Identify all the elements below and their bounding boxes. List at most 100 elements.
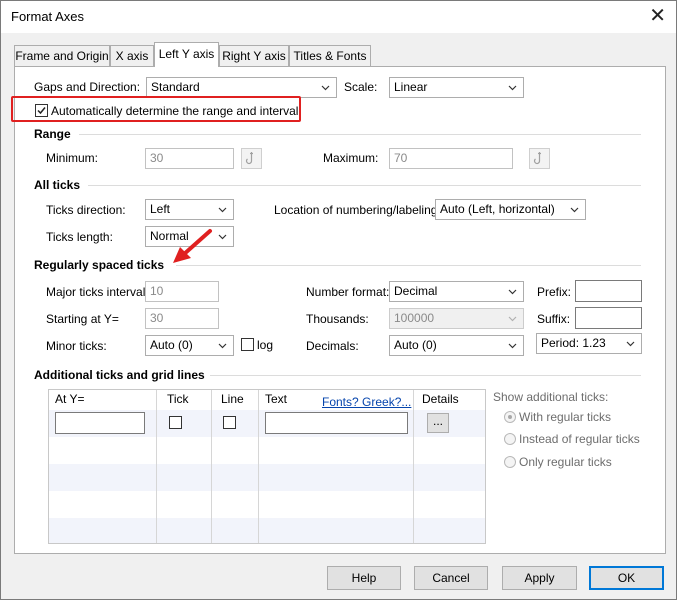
grid-column-divider	[413, 390, 414, 543]
chevron-down-icon	[570, 207, 579, 213]
chevron-down-icon	[508, 343, 517, 349]
additional-ticks-grid: At Y= Tick Line Text Fonts? Greek?... De…	[48, 389, 486, 544]
tab-right-y-axis[interactable]: Right Y axis	[219, 45, 289, 66]
additional-divider	[210, 375, 641, 376]
minimum-adjust-button[interactable]	[241, 148, 262, 169]
grid-column-divider	[211, 390, 212, 543]
maximum-adjust-button[interactable]	[529, 148, 550, 169]
period-select[interactable]: Period: 1.23	[536, 333, 642, 354]
checkmark-icon	[37, 107, 46, 115]
number-format-select[interactable]: Decimal	[389, 281, 524, 302]
chevron-down-icon	[508, 316, 517, 322]
text-input[interactable]	[265, 412, 408, 434]
maximum-label: Maximum:	[323, 151, 379, 165]
location-label: Location of numbering/labeling:	[274, 203, 441, 217]
hook-icon	[245, 152, 253, 165]
details-button[interactable]: ...	[427, 413, 449, 433]
help-button[interactable]: Help	[327, 566, 401, 590]
log-checkbox[interactable]	[241, 338, 254, 351]
prefix-input[interactable]	[575, 280, 642, 302]
tick-checkbox[interactable]	[169, 416, 182, 429]
column-line: Line	[221, 392, 244, 406]
range-divider	[79, 134, 641, 135]
number-format-value: Decimal	[394, 284, 438, 298]
radio-instead-of-regular-ticks[interactable]	[504, 433, 516, 445]
gaps-direction-value: Standard	[151, 80, 200, 94]
location-select[interactable]: Auto (Left, horizontal)	[435, 199, 586, 220]
column-details: Details	[422, 392, 459, 406]
auto-range-checkbox[interactable]	[35, 104, 48, 117]
column-text: Text	[265, 392, 288, 406]
radio-instead-of-regular-ticks-label: Instead of regular ticks	[519, 432, 640, 446]
prefix-label: Prefix:	[537, 285, 572, 299]
thousands-label: Thousands:	[306, 312, 369, 326]
location-value: Auto (Left, horizontal)	[440, 202, 555, 216]
cancel-button[interactable]: Cancel	[414, 566, 488, 590]
scale-select[interactable]: Linear	[389, 77, 524, 98]
auto-range-label: Automatically determine the range and in…	[51, 104, 299, 118]
format-axes-dialog: Format Axes ✕ Frame and Origin X axis Le…	[0, 0, 677, 600]
scale-value: Linear	[394, 80, 428, 94]
minimum-input[interactable]: 30	[145, 148, 234, 169]
at-y-input[interactable]	[55, 412, 145, 434]
number-format-label: Number format:	[306, 285, 390, 299]
window-title: Format Axes	[11, 9, 84, 24]
ticks-direction-select[interactable]: Left	[145, 199, 234, 220]
red-arrow-icon	[173, 229, 212, 263]
column-tick: Tick	[167, 392, 189, 406]
tab-frame-and-origin[interactable]: Frame and Origin	[14, 45, 110, 66]
major-interval-label: Major ticks interval:	[46, 285, 149, 299]
decimals-value: Auto (0)	[394, 338, 437, 352]
minor-ticks-select[interactable]: Auto (0)	[145, 335, 234, 356]
line-checkbox[interactable]	[223, 416, 236, 429]
all-ticks-section-title: All ticks	[34, 178, 81, 192]
gaps-direction-select[interactable]: Standard	[146, 77, 337, 98]
minor-ticks-label: Minor ticks:	[46, 339, 107, 353]
regular-ticks-divider	[176, 265, 641, 266]
starting-at-label: Starting at Y=	[46, 312, 119, 326]
minimum-label: Minimum:	[46, 151, 99, 165]
regular-ticks-section-title: Regularly spaced ticks	[34, 258, 165, 272]
tab-left-y-axis[interactable]: Left Y axis	[154, 42, 219, 67]
grid-column-divider	[156, 390, 157, 543]
gaps-direction-label: Gaps and Direction:	[34, 80, 141, 94]
chevron-down-icon	[321, 85, 330, 91]
log-label: log	[257, 338, 274, 352]
ticks-direction-label: Ticks direction:	[46, 203, 126, 217]
chevron-down-icon	[218, 207, 227, 213]
grid-column-divider	[258, 390, 259, 543]
chevron-down-icon	[218, 343, 227, 349]
hook-icon	[533, 152, 541, 165]
chevron-down-icon	[508, 85, 517, 91]
chevron-down-icon	[626, 341, 635, 347]
additional-section-title: Additional ticks and grid lines	[34, 368, 205, 382]
grid-row-stripe	[49, 518, 485, 543]
chevron-down-icon	[508, 289, 517, 295]
chevron-down-icon	[218, 234, 227, 240]
radio-with-regular-ticks-label: With regular ticks	[519, 410, 612, 424]
all-ticks-divider	[88, 185, 641, 186]
column-at-y: At Y=	[55, 392, 85, 406]
maximum-input[interactable]: 70	[389, 148, 513, 169]
tab-titles-fonts[interactable]: Titles & Fonts	[289, 45, 371, 66]
decimals-select[interactable]: Auto (0)	[389, 335, 524, 356]
major-interval-input[interactable]: 10	[145, 281, 219, 302]
grid-row-stripe	[49, 464, 485, 491]
decimals-label: Decimals:	[306, 339, 359, 353]
range-section-title: Range	[34, 127, 71, 141]
apply-button[interactable]: Apply	[502, 566, 577, 590]
ticks-direction-value: Left	[150, 202, 171, 216]
period-value: Period: 1.23	[541, 336, 606, 350]
minor-ticks-value: Auto (0)	[150, 338, 193, 352]
ticks-length-label: Ticks length:	[46, 230, 113, 244]
starting-at-input[interactable]: 30	[145, 308, 219, 329]
suffix-input[interactable]	[575, 307, 642, 329]
thousands-value: 100000	[394, 311, 435, 325]
fonts-greek-link[interactable]: Fonts? Greek?...	[322, 395, 411, 409]
radio-only-regular-ticks[interactable]	[504, 456, 516, 468]
radio-only-regular-ticks-label: Only regular ticks	[519, 455, 612, 469]
radio-with-regular-ticks[interactable]	[504, 411, 516, 423]
tab-x-axis[interactable]: X axis	[110, 45, 154, 66]
ok-button[interactable]: OK	[589, 566, 664, 590]
close-icon[interactable]: ✕	[649, 4, 666, 28]
